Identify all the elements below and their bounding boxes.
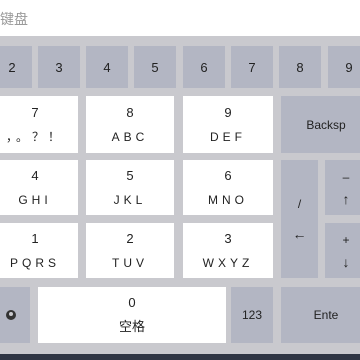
- key-number-7[interactable]: 7: [231, 46, 273, 88]
- minus-up-key[interactable]: – ↑: [325, 160, 360, 215]
- key-7[interactable]: 7 ，。？！: [0, 96, 78, 153]
- keyboard-title: 键盘: [0, 11, 28, 27]
- key-1[interactable]: 1 PQRS: [0, 223, 78, 278]
- slash-label: /: [297, 197, 302, 211]
- key-9[interactable]: 9 DEF: [183, 96, 273, 153]
- globe-icon: [6, 310, 16, 320]
- key-3-number: 3: [224, 230, 232, 246]
- space-label: 空格: [118, 319, 145, 334]
- key-number-2[interactable]: 2: [0, 46, 32, 88]
- key-number-8[interactable]: 8: [279, 46, 321, 88]
- key-7-letters: ，。？！: [5, 129, 64, 144]
- key-6-number: 6: [224, 167, 232, 183]
- plus-label: +: [342, 232, 350, 247]
- backspace-button[interactable]: Backsp: [281, 96, 360, 153]
- key-1-number: 1: [31, 230, 39, 246]
- key-2-number: 2: [126, 230, 134, 246]
- plus-down-key[interactable]: + ↓: [325, 223, 360, 278]
- key-number-5[interactable]: 5: [134, 46, 176, 88]
- title-bar: 键盘: [0, 0, 360, 36]
- language-switch-button[interactable]: [0, 287, 30, 343]
- key-number-4[interactable]: 4: [86, 46, 128, 88]
- key-6[interactable]: 6 MNO: [183, 160, 273, 215]
- key-8-letters: ABC: [111, 129, 149, 144]
- key-9-letters: DEF: [210, 129, 246, 144]
- slash-left-key[interactable]: / ←: [281, 160, 318, 278]
- key-5-number: 5: [126, 167, 134, 183]
- minus-label: –: [342, 169, 350, 184]
- keyboard: 2 3 4 5 6 7 8 9 7 ，。？！ 8 ABC 9 DEF Backs…: [0, 36, 360, 360]
- key-5[interactable]: 5 JKL: [86, 160, 174, 215]
- key-3[interactable]: 3 WXYZ: [183, 223, 273, 278]
- key-8-number: 8: [126, 104, 134, 120]
- key-0-space[interactable]: 0 空格: [38, 287, 226, 343]
- down-arrow-icon: ↓: [342, 253, 350, 270]
- key-7-number: 7: [31, 104, 39, 120]
- key-number-3[interactable]: 3: [38, 46, 80, 88]
- key-8[interactable]: 8 ABC: [86, 96, 174, 153]
- enter-button[interactable]: Ente: [281, 287, 360, 343]
- key-2-letters: TUV: [112, 255, 148, 270]
- key-number-6[interactable]: 6: [183, 46, 225, 88]
- key-9-number: 9: [224, 104, 232, 120]
- left-arrow-icon: ←: [292, 226, 307, 242]
- key-4[interactable]: 4 GHI: [0, 160, 78, 215]
- key-4-letters: GHI: [18, 192, 52, 207]
- key-4-number: 4: [31, 167, 39, 183]
- key-6-letters: MNO: [208, 192, 248, 207]
- key-1-letters: PQRS: [9, 255, 60, 270]
- bottom-edge: [0, 354, 360, 360]
- number-mode-button[interactable]: 123: [231, 287, 273, 343]
- up-arrow-icon: ↑: [342, 190, 350, 207]
- key-number-9[interactable]: 9: [328, 46, 360, 88]
- key-0-number: 0: [128, 295, 136, 310]
- key-3-letters: WXYZ: [202, 255, 254, 270]
- key-5-letters: JKL: [113, 192, 147, 207]
- key-2[interactable]: 2 TUV: [86, 223, 174, 278]
